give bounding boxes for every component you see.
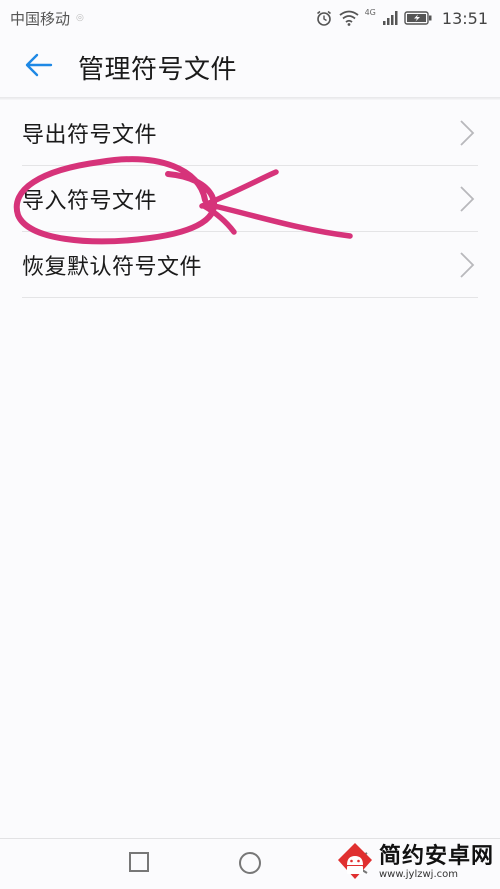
watermark-text: 简约安卓网 www.jylzwj.com [379,846,494,880]
back-button[interactable] [0,36,78,98]
home-button[interactable] [238,851,262,879]
menu-item-label: 导入符号文件 [22,188,158,214]
network-type: 4G [364,7,376,17]
battery-icon [404,11,432,25]
menu-item-label: 导出符号文件 [22,122,158,148]
menu-list: 导出符号文件 导入符号文件 恢复默认符号文件 [22,100,478,298]
menu-item-export[interactable]: 导出符号文件 [22,100,478,166]
arrow-left-icon [25,53,53,81]
watermark: 简约安卓网 www.jylzwj.com [335,841,494,885]
chevron-right-icon [456,118,478,148]
status-bar: 中国移动 ◎ 4G 13:51 [0,0,500,36]
circle-icon [239,852,261,874]
android-logo-icon [335,841,375,885]
clock-time: 13:51 [441,8,488,28]
wifi-icon [339,10,359,26]
status-right: 4G 13:51 [315,7,488,28]
status-left: 中国移动 ◎ [10,8,84,29]
menu-item-import[interactable]: 导入符号文件 [22,166,478,232]
hd-icon: ◎ [76,13,84,23]
square-icon [129,852,149,872]
alarm-icon [315,9,333,27]
signal-icon [382,10,398,26]
page-title: 管理符号文件 [78,54,238,85]
chevron-right-icon [456,184,478,214]
watermark-title: 简约安卓网 [378,844,494,869]
chevron-right-icon [456,250,478,280]
recent-apps-button[interactable] [128,851,150,877]
menu-item-restore-default[interactable]: 恢复默认符号文件 [22,232,478,298]
menu-item-label: 恢复默认符号文件 [22,254,203,280]
carrier-name: 中国移动 [10,9,71,28]
watermark-url: www.jylzwj.com [378,869,458,880]
app-bar: 管理符号文件 [0,36,500,98]
